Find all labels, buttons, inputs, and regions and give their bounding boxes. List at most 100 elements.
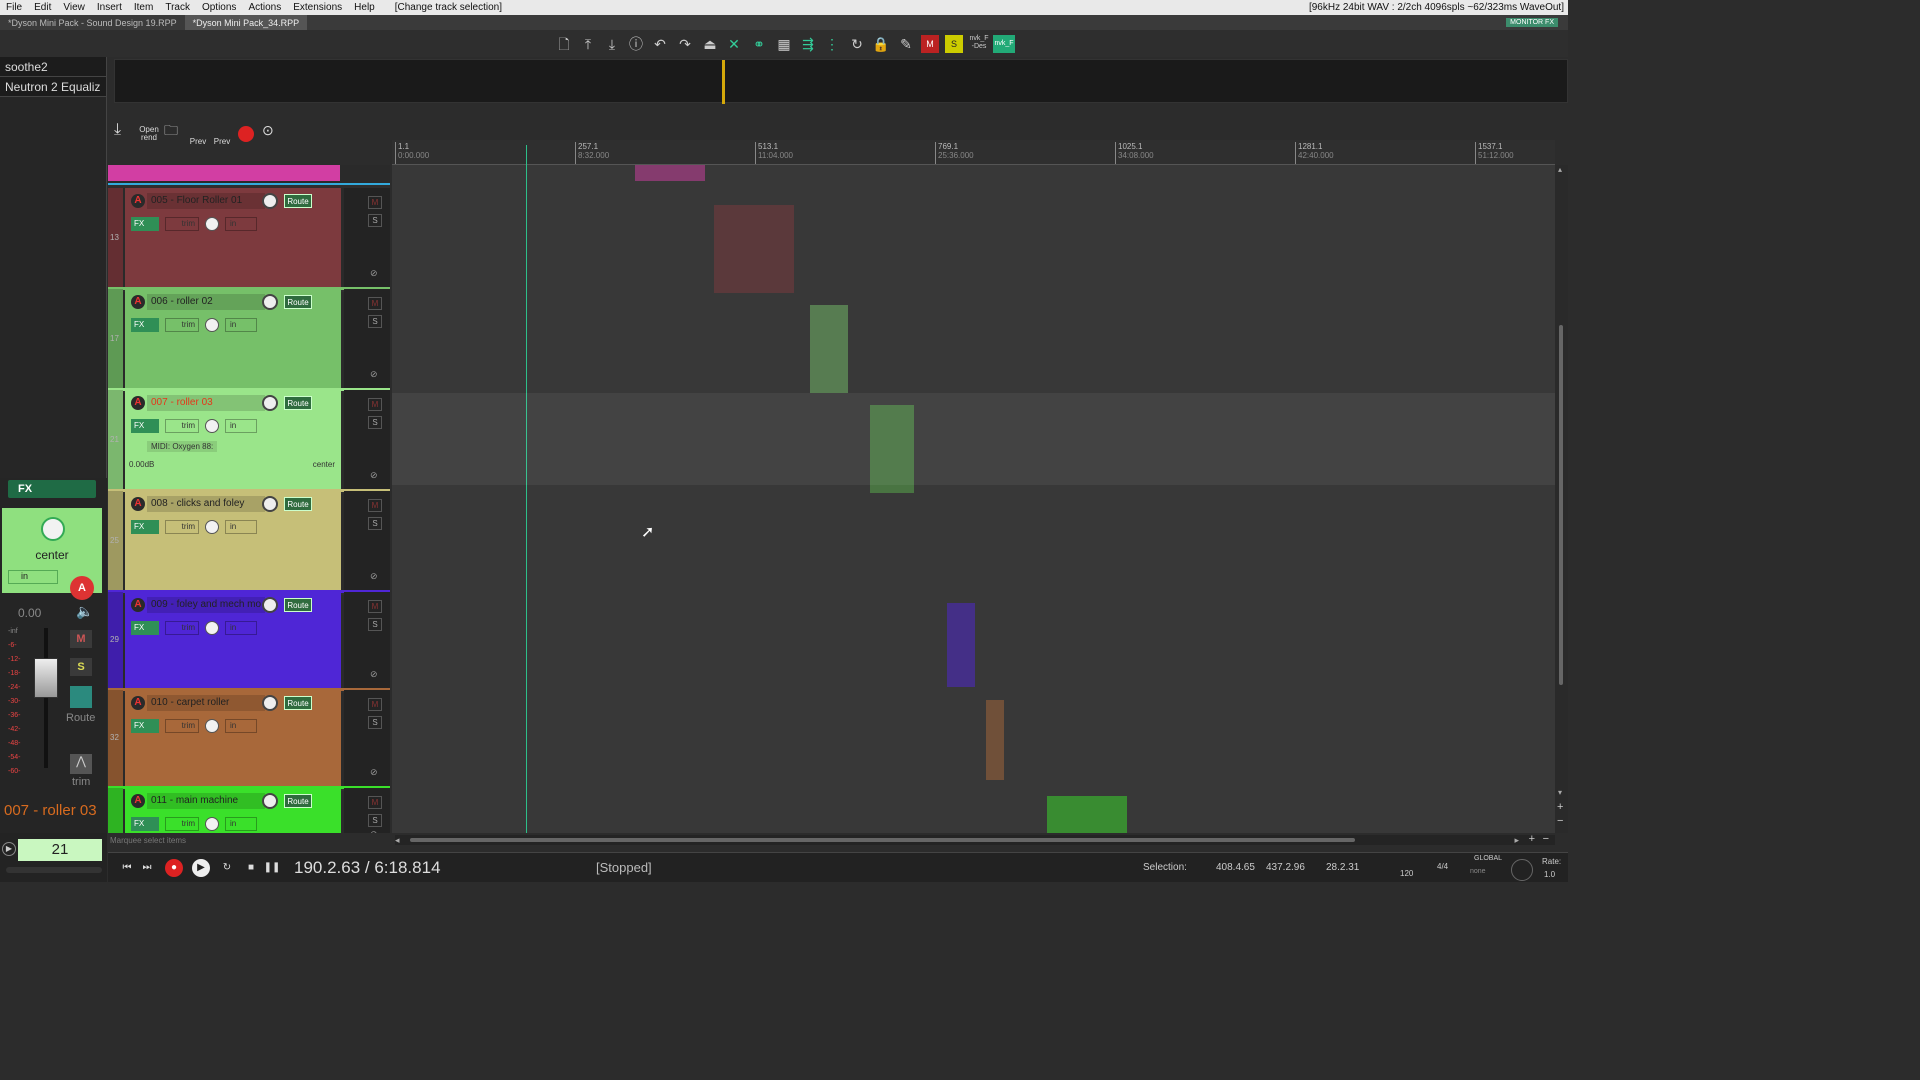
trim-button[interactable]: trim xyxy=(165,719,199,733)
track-header[interactable]: A 010 - carpet roller Route FX trim in xyxy=(125,690,341,786)
track-6[interactable]: 32 A 010 - carpet roller Route FX trim i… xyxy=(108,690,390,786)
ripple-icon[interactable]: ⇶ xyxy=(799,35,817,53)
track-name[interactable]: 007 - roller 03 xyxy=(147,395,265,411)
scroll-up-icon[interactable]: ▴ xyxy=(1558,165,1562,174)
media-item[interactable] xyxy=(986,700,1004,780)
grid-icon[interactable]: ▦ xyxy=(775,35,793,53)
record-arm-button[interactable]: A xyxy=(131,497,145,511)
fx-button[interactable]: FX xyxy=(131,419,159,433)
save-as-icon[interactable]: ⤓ xyxy=(603,35,621,53)
render-icon[interactable]: ⊙ xyxy=(262,123,274,137)
track-mute-button[interactable]: M xyxy=(368,398,382,411)
save-icon[interactable]: ⤒ xyxy=(579,35,597,53)
track-header[interactable]: A 008 - clicks and foley Route FX trim i… xyxy=(125,491,341,590)
mcp-input-button[interactable]: in xyxy=(8,570,58,584)
fx-button[interactable]: FX xyxy=(131,817,159,831)
menu-edit[interactable]: Edit xyxy=(28,2,57,13)
track-color-stripe[interactable]: 13 xyxy=(108,188,123,287)
track-name[interactable]: 009 - foley and mech mo xyxy=(147,597,265,613)
pan-knob[interactable] xyxy=(205,520,219,534)
menu-track[interactable]: Track xyxy=(159,2,196,13)
horizontal-scrollbar[interactable]: ◂ ▸ + − xyxy=(395,833,1555,846)
grid-lines-icon[interactable]: ⋮ xyxy=(823,35,841,53)
fx-button[interactable]: FX xyxy=(131,520,159,534)
track-header[interactable]: A 005 - Floor Roller 01 Route FX trim in xyxy=(125,188,341,287)
undo-icon[interactable]: ↶ xyxy=(651,35,669,53)
track-2[interactable]: 17 A 006 - roller 02 Route FX trim in M … xyxy=(108,289,390,388)
input-button[interactable]: in xyxy=(225,719,257,733)
track-name[interactable]: 006 - roller 02 xyxy=(147,294,265,310)
lock-icon[interactable]: 🔒 xyxy=(872,35,890,53)
route-button[interactable]: Route xyxy=(284,295,312,309)
phase-icon[interactable]: ⊘ xyxy=(370,470,378,481)
record-arm-button[interactable]: A xyxy=(131,794,145,808)
track-mute-button[interactable]: M xyxy=(368,796,382,809)
play-button[interactable]: ▶ xyxy=(192,859,210,877)
media-item[interactable] xyxy=(714,205,794,293)
preview-button-2[interactable]: Prev xyxy=(212,138,232,146)
track-name[interactable]: 010 - carpet roller xyxy=(147,695,265,711)
stop-icon[interactable]: ■ xyxy=(242,859,260,877)
pan-knob[interactable] xyxy=(205,719,219,733)
vertical-zoom-out-icon[interactable]: − xyxy=(1557,815,1563,827)
media-item[interactable] xyxy=(635,165,705,181)
m-icon[interactable]: M xyxy=(921,35,939,53)
new-project-icon[interactable]: 🗋 xyxy=(555,35,573,53)
track-name[interactable]: 008 - clicks and foley xyxy=(147,496,265,512)
menu-actions[interactable]: Actions xyxy=(242,2,287,13)
go-to-start-icon[interactable]: ⏮ xyxy=(118,859,136,877)
global-automation-value[interactable]: none xyxy=(1470,868,1486,875)
mcp-pan-knob[interactable] xyxy=(41,517,65,541)
menu-insert[interactable]: Insert xyxy=(91,2,128,13)
folder-icon[interactable]: 🗀 xyxy=(164,123,178,137)
mcp-fx-button[interactable]: FX xyxy=(8,480,96,498)
trim-button[interactable]: trim xyxy=(165,520,199,534)
record-arm-button[interactable]: A xyxy=(131,598,145,612)
track-5[interactable]: 29 A 009 - foley and mech mo Route FX tr… xyxy=(108,592,390,688)
phase-icon[interactable]: ⊘ xyxy=(370,829,378,833)
fx-slot-2[interactable]: Neutron 2 Equaliz xyxy=(0,77,106,97)
track-solo-button[interactable]: S xyxy=(368,618,382,631)
track-color-stripe[interactable]: 32 xyxy=(108,690,123,786)
track-mute-button[interactable]: M xyxy=(368,297,382,310)
input-button[interactable]: in xyxy=(225,520,257,534)
track-color-stripe[interactable]: 25 xyxy=(108,491,123,590)
track-mute-button[interactable]: M xyxy=(368,698,382,711)
track-solo-button[interactable]: S xyxy=(368,416,382,429)
download-icon[interactable]: ⤓ xyxy=(114,122,121,138)
phase-icon[interactable]: ⊘ xyxy=(370,268,378,279)
phase-icon[interactable]: ⊘ xyxy=(370,571,378,582)
fx-slot-1[interactable]: soothe2 xyxy=(0,57,106,77)
track-name[interactable]: 005 - Floor Roller 01 xyxy=(147,193,265,209)
rate-value[interactable]: 1.0 xyxy=(1544,870,1555,879)
menu-extensions[interactable]: Extensions xyxy=(287,2,348,13)
volume-knob[interactable] xyxy=(262,395,278,411)
mcp-arm-button[interactable]: A xyxy=(70,576,94,600)
selection-start[interactable]: 408.4.65 xyxy=(1216,862,1255,873)
volume-knob[interactable] xyxy=(262,695,278,711)
scroll-down-icon[interactable]: ▾ xyxy=(1558,788,1562,797)
menu-item[interactable]: Item xyxy=(128,2,159,13)
trim-button[interactable]: trim xyxy=(165,217,199,231)
route-button[interactable]: Route xyxy=(284,194,312,208)
track-mute-button[interactable]: M xyxy=(368,600,382,613)
track-solo-button[interactable]: S xyxy=(368,315,382,328)
mcp-solo-button[interactable]: S xyxy=(70,658,92,676)
speaker-icon[interactable]: 🔈 xyxy=(76,603,93,620)
selection-end[interactable]: 437.2.96 xyxy=(1266,862,1305,873)
track-3[interactable]: 21 A 007 - roller 03 Route FX trim in MI… xyxy=(108,390,390,489)
route-button[interactable]: Route xyxy=(284,696,312,710)
track-header[interactable]: A 007 - roller 03 Route FX trim in MIDI:… xyxy=(125,390,341,489)
horizontal-scroll-thumb[interactable] xyxy=(410,838,1355,842)
track-header[interactable]: A 009 - foley and mech mo Route FX trim … xyxy=(125,592,341,688)
phase-icon[interactable]: ⊘ xyxy=(370,369,378,380)
midi-input-selector[interactable]: MIDI: Oxygen 88: xyxy=(147,441,218,452)
phase-icon[interactable]: ⊘ xyxy=(370,767,378,778)
menu-options[interactable]: Options xyxy=(196,2,242,13)
pause-icon[interactable]: ❚❚ xyxy=(263,859,281,877)
record-arm-button[interactable]: A xyxy=(131,295,145,309)
track-color-stripe[interactable]: 17 xyxy=(108,289,123,388)
custom-action-1-button[interactable]: nvk_F -Des xyxy=(968,35,990,53)
scroll-right-icon[interactable]: ▸ xyxy=(1514,835,1519,846)
track-solo-button[interactable]: S xyxy=(368,214,382,227)
